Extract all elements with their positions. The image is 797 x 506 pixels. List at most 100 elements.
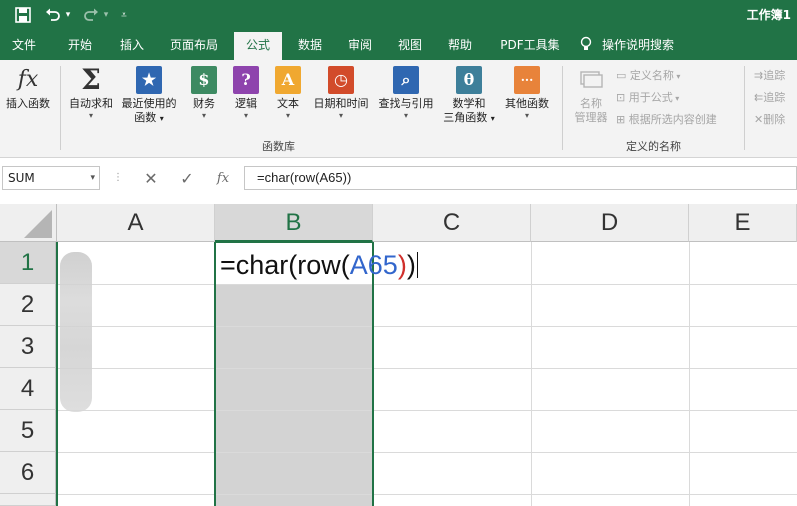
undo-icon[interactable]: [42, 4, 64, 26]
text-icon: A: [275, 66, 301, 94]
gridline: [57, 452, 797, 453]
formula-bar: SUM ▾ ⋮ ✕ ✓ fx =char(row(A65)): [0, 158, 797, 200]
math-trig-label: 数学和: [452, 97, 486, 110]
magnifier-icon: ⌕: [393, 66, 419, 94]
trace-dependents-button[interactable]: ⇇追踪: [754, 90, 785, 106]
redo-dropdown-icon[interactable]: ▾: [100, 4, 112, 26]
row-header-2[interactable]: 2: [0, 284, 56, 326]
recently-used-label: 最近使用的: [121, 97, 177, 110]
chevron-down-icon: ▾: [524, 111, 529, 120]
star-icon: ★: [136, 66, 162, 94]
theta-icon: θ: [456, 66, 482, 94]
range-edge-marker: [56, 242, 58, 506]
tab-data[interactable]: 数据: [288, 30, 332, 60]
more-functions-label: 其他函数: [505, 97, 549, 110]
customize-qat-icon[interactable]: ⩡: [116, 4, 132, 26]
financial-label: 财务: [193, 97, 215, 110]
row-header-7[interactable]: [0, 494, 56, 506]
select-all-corner[interactable]: [0, 204, 57, 242]
autosum-button[interactable]: Σ 自动求和 ▾: [58, 64, 124, 121]
formula-input[interactable]: =char(row(A65)): [244, 166, 797, 190]
redo-icon[interactable]: [80, 4, 102, 26]
tab-file[interactable]: 文件: [4, 30, 44, 60]
gridline: [689, 242, 690, 506]
tab-help[interactable]: 帮助: [438, 30, 482, 60]
column-header-b[interactable]: B: [215, 204, 373, 242]
cell-b1-formula-text[interactable]: =char(row(A65)): [220, 250, 418, 281]
recently-used-label-2: 函数: [134, 111, 157, 124]
save-icon[interactable]: [12, 4, 34, 26]
trace-precedents-label: 追踪: [763, 69, 786, 82]
calendar-icon: ◷: [328, 66, 354, 94]
tab-page-layout[interactable]: 页面布局: [162, 30, 226, 60]
tell-me-label: 操作说明搜索: [602, 38, 675, 52]
tab-view[interactable]: 视图: [388, 30, 432, 60]
gridline: [57, 494, 797, 495]
row-header-4[interactable]: 4: [0, 368, 56, 410]
math-trig-button[interactable]: θ 数学和 三角函数 ▾: [436, 64, 502, 126]
chevron-down-icon: ▾: [338, 111, 343, 120]
tab-home[interactable]: 开始: [58, 30, 102, 60]
column-header-a[interactable]: A: [57, 204, 215, 242]
define-name-button[interactable]: ▭ 定义名称 ▾: [616, 68, 680, 84]
chevron-down-icon: ▾: [403, 111, 408, 120]
row-header-1[interactable]: 1: [0, 242, 56, 284]
column-header-c[interactable]: C: [373, 204, 531, 242]
name-manager-label-2: 管理器: [574, 111, 608, 124]
cancel-icon[interactable]: ✕: [140, 168, 162, 188]
lightbulb-icon: [580, 30, 596, 60]
use-in-formula-button[interactable]: ⊡ 用于公式 ▾: [616, 90, 679, 106]
remove-arrows-button[interactable]: ✕删除: [754, 112, 785, 128]
trace-dependents-label: 追踪: [763, 91, 786, 104]
chevron-down-icon[interactable]: ▾: [90, 167, 95, 189]
autosum-label: 自动求和: [69, 97, 113, 110]
ribbon-tab-bar: 文件 开始 插入 页面布局 公式 数据 审阅 视图 帮助 PDF工具集 操作说明…: [0, 30, 797, 60]
trace-precedents-icon: ⇉: [754, 69, 764, 82]
chevron-down-icon: ▾: [159, 114, 164, 123]
tab-insert[interactable]: 插入: [110, 30, 154, 60]
tab-review[interactable]: 审阅: [338, 30, 382, 60]
row-header-6[interactable]: 6: [0, 452, 56, 494]
tell-me-search[interactable]: 操作说明搜索: [580, 30, 700, 60]
name-manager-icon: [578, 66, 604, 94]
gridline: [57, 326, 797, 327]
date-time-label: 日期和时间: [313, 97, 369, 110]
ribbon: fx 插入函数 Σ 自动求和 ▾ ★ 最近使用的 函数 ▾ $ 财务 ▾ ? 逻…: [0, 60, 797, 158]
column-header-d[interactable]: D: [531, 204, 689, 242]
text-label: 文本: [277, 97, 299, 110]
formula-bar-splitter[interactable]: ⋮: [113, 170, 123, 186]
enter-icon[interactable]: ✓: [176, 168, 198, 188]
trace-precedents-button[interactable]: ⇉追踪: [754, 68, 785, 84]
remove-arrows-icon: ✕: [754, 113, 764, 126]
column-header-e[interactable]: E: [689, 204, 797, 242]
insert-function-icon[interactable]: fx: [212, 168, 234, 188]
formula-paren-text: ): [397, 250, 407, 280]
tab-formulas[interactable]: 公式: [234, 32, 282, 60]
tab-pdf-tools[interactable]: PDF工具集: [492, 30, 568, 60]
date-time-button[interactable]: ◷ 日期和时间 ▾: [306, 64, 376, 120]
insert-function-button[interactable]: fx 插入函数: [0, 64, 60, 111]
more-functions-button[interactable]: ··· 其他函数 ▾: [494, 64, 560, 120]
name-manager-button[interactable]: 名称 管理器: [566, 64, 616, 125]
formula-prefix-text: =char(row(: [220, 250, 350, 280]
gridline: [531, 242, 532, 506]
name-box-value: SUM: [8, 171, 35, 185]
row-header-5[interactable]: 5: [0, 410, 56, 452]
gridline: [57, 284, 797, 285]
defined-names-group-label: 定义的名称: [626, 140, 681, 153]
undo-dropdown-icon[interactable]: ▾: [62, 4, 74, 26]
function-library-group-label: 函数库: [262, 140, 295, 153]
lookup-reference-button[interactable]: ⌕ 查找与引用 ▾: [372, 64, 440, 120]
lookup-reference-label: 查找与引用: [378, 97, 434, 110]
row-header-3[interactable]: 3: [0, 326, 56, 368]
worksheet-grid: A B C D E 1 2 3 4 5 6 =char(row(A65)): [0, 200, 797, 506]
define-name-label: 定义名称: [629, 69, 674, 82]
name-manager-label: 名称: [580, 97, 602, 110]
create-from-selection-button[interactable]: ⊞ 根据所选内容创建: [616, 112, 717, 128]
define-name-icon: ▭: [616, 69, 630, 82]
group-separator: [562, 66, 563, 150]
trace-dependents-icon: ⇇: [754, 91, 764, 104]
name-box[interactable]: SUM ▾: [2, 166, 100, 190]
gridline: [57, 368, 797, 369]
text-cursor: [416, 252, 418, 278]
